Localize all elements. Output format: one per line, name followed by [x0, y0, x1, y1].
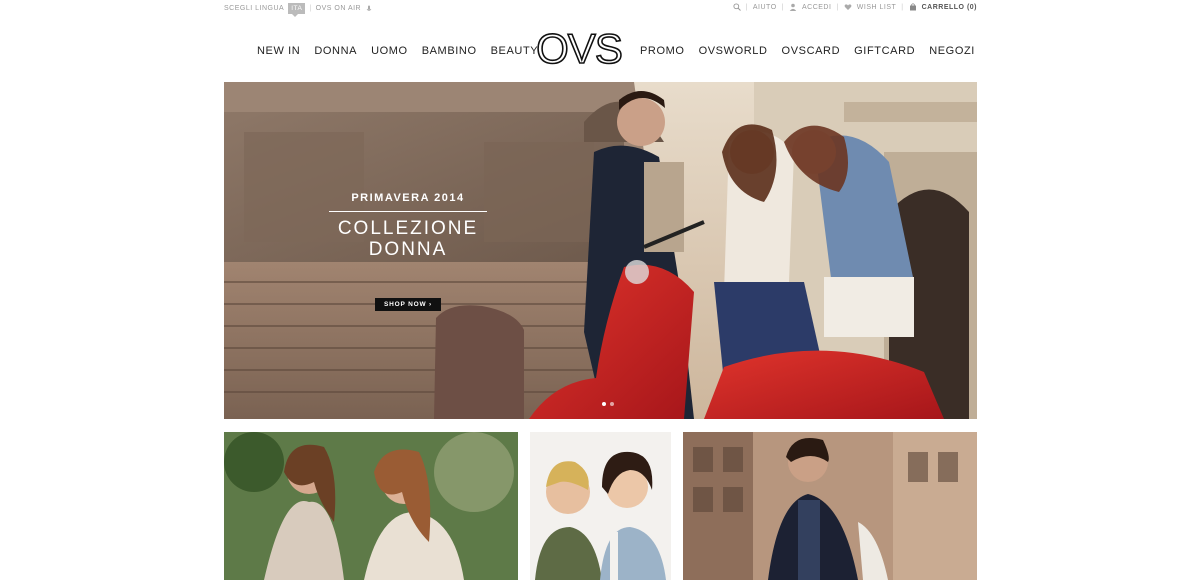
main-nav: NEW IN DONNA UOMO BAMBINO BEAUTY OVS PRO… — [224, 25, 977, 78]
promo-tile-uomo[interactable] — [683, 432, 977, 580]
nav-right: PROMO OVSWORLD OVSCARD GIFTCARD NEGOZI — [640, 45, 975, 57]
utility-bar: SCEGLI LINGUA ITA | OVS ON AIR | AIUTO |… — [224, 0, 977, 17]
nav-item-bambino[interactable]: BAMBINO — [422, 45, 477, 57]
carousel-dot[interactable] — [602, 402, 606, 406]
divider: | — [745, 3, 748, 11]
ovs-logo[interactable]: OVS — [531, 25, 627, 71]
divider: | — [309, 5, 312, 12]
carousel-dots — [602, 402, 614, 406]
nav-item-ovsworld[interactable]: OVSWORLD — [699, 45, 768, 57]
logo-text: OVS — [536, 25, 622, 71]
bag-icon — [909, 3, 916, 11]
help-link[interactable]: AIUTO — [753, 4, 777, 11]
promo-tile-donna[interactable] — [224, 432, 518, 580]
hero-divider — [329, 211, 487, 212]
hero-subtitle: PRIMAVERA 2014 — [351, 192, 465, 204]
nav-item-negozi[interactable]: NEGOZI — [929, 45, 975, 57]
wishlist-link[interactable]: WISH LIST — [857, 4, 897, 11]
nav-item-uomo[interactable]: UOMO — [371, 45, 408, 57]
divider: | — [781, 3, 784, 11]
shop-now-button[interactable]: SHOP NOW › — [375, 298, 441, 311]
promo-image-men — [683, 432, 977, 580]
promo-image-women — [224, 432, 518, 580]
promo-tile-bambino[interactable] — [530, 432, 671, 580]
user-icon — [789, 3, 797, 11]
hero-title-line2: DONNA — [368, 239, 448, 260]
ovs-on-air-link[interactable]: OVS ON AIR — [316, 5, 361, 12]
nav-item-donna[interactable]: DONNA — [314, 45, 357, 57]
language-selector[interactable]: ITA — [288, 3, 306, 17]
hero-text-block: PRIMAVERA 2014 COLLEZIONE DONNA — [324, 192, 492, 260]
nav-left: NEW IN DONNA UOMO BAMBINO BEAUTY — [257, 45, 538, 57]
utility-left: SCEGLI LINGUA ITA | OVS ON AIR — [224, 3, 373, 17]
heart-icon — [844, 4, 852, 10]
cart-link[interactable]: CARRELLO (0) — [922, 4, 977, 11]
promo-image-kids — [530, 432, 671, 580]
nav-item-new-in[interactable]: NEW IN — [257, 45, 300, 57]
nav-item-ovscard[interactable]: OVSCARD — [782, 45, 841, 57]
carousel-dot[interactable] — [610, 402, 614, 406]
utility-right: | AIUTO | ACCEDI | WISH LIST | CARRELLO … — [733, 3, 977, 11]
page: SCEGLI LINGUA ITA | OVS ON AIR | AIUTO |… — [0, 0, 1200, 580]
hero-banner[interactable]: PRIMAVERA 2014 COLLEZIONE DONNA SHOP NOW… — [224, 82, 977, 419]
divider: | — [836, 3, 839, 11]
search-icon[interactable] — [733, 3, 741, 11]
hero-title-line1: COLLEZIONE — [337, 218, 479, 239]
microphone-icon — [366, 5, 372, 11]
language-label[interactable]: SCEGLI LINGUA — [224, 5, 284, 12]
login-link[interactable]: ACCEDI — [802, 4, 831, 11]
nav-item-giftcard[interactable]: GIFTCARD — [854, 45, 915, 57]
nav-item-promo[interactable]: PROMO — [640, 45, 685, 57]
divider: | — [901, 3, 904, 11]
